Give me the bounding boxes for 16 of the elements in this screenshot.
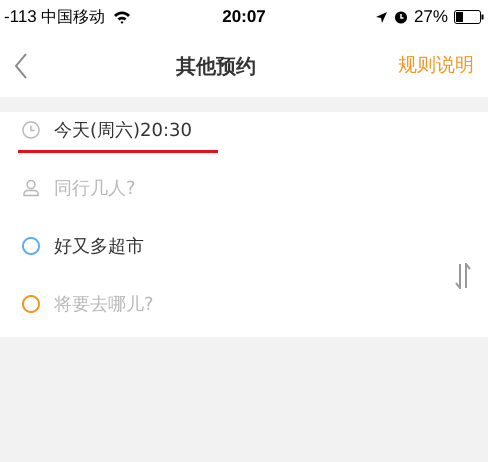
battery-icon: [454, 10, 484, 24]
swap-icon[interactable]: [454, 263, 472, 289]
alarm-icon: [394, 10, 408, 24]
row-field[interactable]: 好又多超市: [54, 232, 354, 260]
page-title: 其他预约: [175, 52, 257, 80]
row-field[interactable]: 今天(周六)20:30: [54, 116, 354, 144]
battery-percent: 27%: [414, 6, 448, 28]
signal-strength: -113: [4, 6, 37, 28]
location-arrow-icon: [374, 10, 388, 24]
wifi-icon: [112, 10, 131, 24]
carrier-name: 中国移动: [40, 6, 105, 28]
row-field[interactable]: 同行几人?: [54, 174, 354, 202]
row-field[interactable]: 将要去哪儿?: [54, 290, 354, 318]
person-icon: [22, 179, 40, 197]
clock-icon: [22, 121, 40, 139]
clock-time: 20:07: [221, 6, 267, 28]
